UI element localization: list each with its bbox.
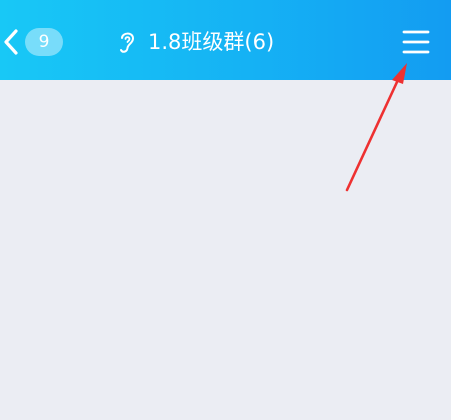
chat-title-group: 1.8班级群(6)	[116, 24, 274, 60]
back-button[interactable]: 9	[2, 22, 66, 62]
chat-title: 1.8班级群(6)	[148, 30, 275, 54]
chat-content-area	[0, 80, 451, 420]
chevron-left-icon	[4, 29, 18, 55]
ear-icon[interactable]	[116, 28, 138, 56]
unread-count-badge: 9	[25, 28, 63, 56]
menu-button[interactable]	[396, 26, 436, 58]
menu-icon	[402, 30, 430, 54]
chat-header: 9 1.8班级群(6)	[0, 0, 451, 80]
